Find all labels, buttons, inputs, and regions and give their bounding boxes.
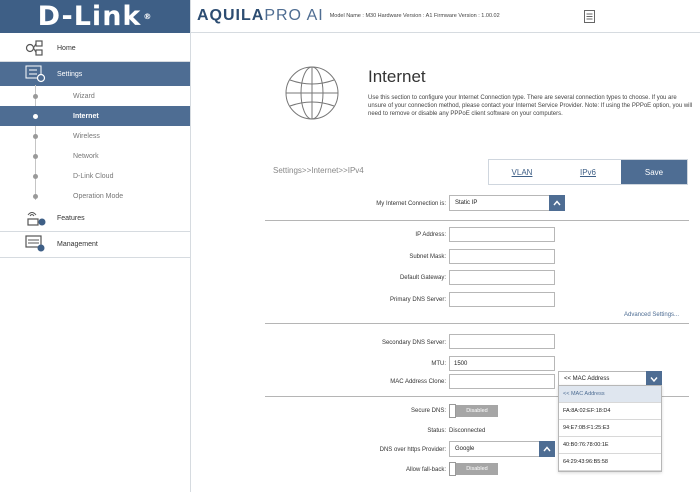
primary-dns-label: Primary DNS Server:: [389, 297, 446, 303]
ip-address-label: IP Address:: [415, 232, 446, 238]
advanced-settings-link[interactable]: Advanced Settings...: [624, 312, 679, 318]
sidebar-subitem-label: Wireless: [73, 132, 100, 140]
sidebar-divider: [0, 257, 190, 258]
status-value: Disconnected: [449, 428, 486, 434]
secondary-dns-label: Secondary DNS Server:: [381, 340, 446, 346]
sidebar-subitem-label: Operation Mode: [73, 192, 124, 200]
chevron-up-icon[interactable]: [539, 441, 555, 457]
settings-gear-icon: [25, 64, 47, 84]
ipv6-button[interactable]: IPv6: [555, 160, 621, 184]
sidebar-subitem-wizard[interactable]: Wizard: [0, 86, 190, 106]
management-dashboard-icon: [25, 234, 47, 254]
submenu-dot: [33, 134, 38, 139]
section-divider: [265, 220, 689, 221]
doh-provider-value: Google: [455, 446, 475, 452]
brand-thin: PRO AI: [264, 7, 324, 24]
product-brand: AQUILAPRO AI: [197, 7, 324, 25]
default-gateway-label: Default Gateway:: [399, 275, 446, 281]
connection-type-value: Static IP: [455, 200, 478, 206]
toggle-state: Disabled: [456, 463, 498, 475]
globe-icon: [283, 64, 341, 127]
status-label: Status:: [427, 428, 446, 434]
sidebar-subitem-label: Wizard: [73, 92, 95, 100]
mac-option[interactable]: << MAC Address: [559, 386, 661, 403]
doh-provider-select[interactable]: Google: [449, 441, 555, 457]
sidebar-subitem-label: Internet: [73, 112, 99, 120]
mac-option[interactable]: FA:8A:02:EF:18:D4: [559, 403, 661, 420]
submenu-dot: [33, 174, 38, 179]
mac-option[interactable]: 94:E7:0B:F1:25:E3: [559, 420, 661, 437]
mac-clone-input[interactable]: [449, 374, 555, 389]
logo-text: D-Link: [37, 1, 142, 32]
submenu-dot: [33, 94, 38, 99]
sidebar-item-label: Settings: [57, 70, 83, 78]
connection-type-label: My Internet Connection is:: [376, 201, 446, 207]
vlan-button[interactable]: VLAN: [489, 160, 555, 184]
submenu-dot: [33, 194, 38, 199]
mtu-input[interactable]: 1500: [449, 356, 555, 371]
save-button[interactable]: Save: [621, 160, 687, 184]
subnet-mask-input[interactable]: [449, 249, 555, 264]
mac-option[interactable]: 40:B0:76:78:00:1E: [559, 437, 661, 454]
fallback-toggle[interactable]: Disabled: [449, 462, 498, 476]
sidebar-item-management[interactable]: Management: [0, 232, 190, 256]
connection-type-select[interactable]: Static IP: [449, 195, 565, 211]
mac-clone-label: MAC Address Clone:: [390, 379, 446, 385]
model-info: Model Name : M30 Hardware Version : A1 F…: [329, 13, 500, 19]
sidebar-subitem-network[interactable]: Network: [0, 146, 190, 166]
doh-provider-label: DNS over https Provider:: [379, 447, 446, 453]
document-icon[interactable]: [584, 10, 595, 28]
intro-text: Use this section to configure your Inter…: [368, 95, 693, 117]
fallback-label: Allow fall-back:: [405, 467, 446, 473]
sidebar-item-label: Home: [57, 44, 76, 52]
secure-dns-label: Secure DNS:: [410, 408, 446, 414]
sidebar-item-label: Management: [57, 240, 98, 248]
sidebar-subitem-operation-mode[interactable]: Operation Mode: [0, 186, 190, 206]
sidebar-item-settings[interactable]: Settings: [0, 62, 190, 86]
dlink-logo[interactable]: D-Link ®: [0, 0, 190, 33]
toggle-knob: [449, 462, 456, 476]
action-button-bar: VLAN IPv6 Save: [488, 159, 688, 185]
breadcrumb: Settings>>Internet>>IPv4: [273, 166, 364, 175]
submenu-dot: [33, 114, 38, 119]
sidebar-item-label: Features: [57, 214, 85, 222]
toggle-knob: [449, 404, 456, 418]
mtu-label: MTU:: [431, 361, 446, 367]
top-header: AQUILAPRO AI Model Name : M30 Hardware V…: [191, 0, 700, 33]
secondary-dns-input[interactable]: [449, 334, 555, 349]
features-wireless-icon: [25, 208, 47, 228]
sidebar-subitem-label: D-Link Cloud: [73, 172, 114, 180]
sidebar-item-features[interactable]: Features: [0, 206, 190, 230]
sidebar-subitem-wireless[interactable]: Wireless: [0, 126, 190, 146]
brand-bold: AQUILA: [197, 7, 265, 24]
mac-select-value: << MAC Address: [564, 376, 610, 382]
logo-registered-mark: ®: [143, 12, 153, 21]
default-gateway-input[interactable]: [449, 270, 555, 285]
toggle-state: Disabled: [456, 405, 498, 417]
section-divider: [265, 323, 689, 324]
ip-address-input[interactable]: [449, 227, 555, 242]
mac-address-dropdown: << MAC Address FA:8A:02:EF:18:D4 94:E7:0…: [558, 385, 662, 472]
page-title: Internet: [368, 67, 426, 86]
sidebar-subitem-label: Network: [73, 152, 99, 160]
sidebar-item-home[interactable]: Home: [0, 36, 190, 60]
subnet-mask-label: Subnet Mask:: [409, 254, 446, 260]
main-content: Internet Use this section to configure y…: [191, 34, 700, 492]
mac-option[interactable]: 64:29:43:96:B5:58: [559, 454, 661, 471]
sidebar-subitem-internet[interactable]: Internet: [0, 106, 190, 126]
chevron-up-icon[interactable]: [549, 195, 565, 211]
home-network-icon: [25, 38, 47, 58]
sidebar: D-Link ® Home Settings Wizard Internet Wi…: [0, 0, 191, 492]
primary-dns-input[interactable]: [449, 292, 555, 307]
sidebar-subitem-dlink-cloud[interactable]: D-Link Cloud: [0, 166, 190, 186]
submenu-dot: [33, 154, 38, 159]
secure-dns-toggle[interactable]: Disabled: [449, 404, 498, 418]
